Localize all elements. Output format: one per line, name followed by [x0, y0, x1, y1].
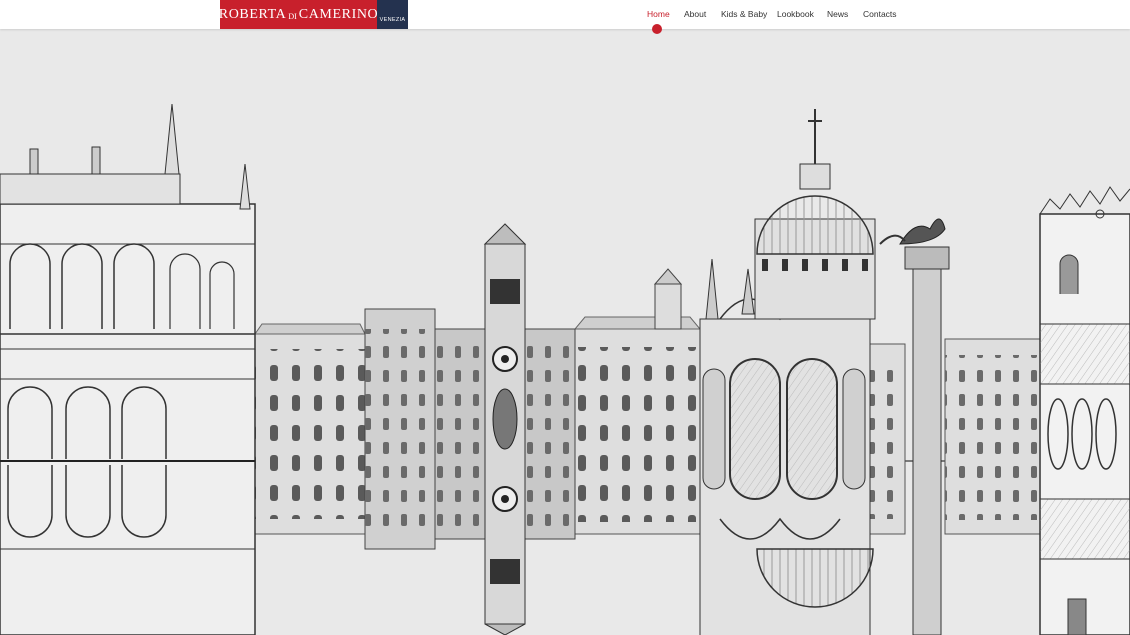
nav-item-contacts[interactable]: Contacts [863, 9, 897, 19]
brand-city: VENEZIA [379, 17, 406, 23]
brand-name-small: DI [288, 12, 297, 21]
brand-logo-wordmark: ROBERTA DI CAMERINO [218, 0, 379, 29]
nav-item-news[interactable]: News [827, 9, 848, 19]
brand-name-right: CAMERINO [298, 6, 379, 22]
site-header: ROBERTA DI CAMERINO VENEZIA Home About K… [0, 0, 1130, 29]
brand-name-left: ROBERTA [218, 6, 287, 22]
hero-illustration [0, 29, 1130, 635]
active-nav-indicator [652, 24, 662, 34]
venice-skyline-illustration [0, 29, 1130, 635]
nav-item-home[interactable]: Home [647, 9, 670, 19]
right-doge-palace [1039, 186, 1130, 635]
nav-item-lookbook[interactable]: Lookbook [777, 9, 814, 19]
nav-item-kids-baby[interactable]: Kids & Baby [721, 9, 767, 19]
brand-logo-city: VENEZIA [377, 0, 408, 29]
nav-item-about[interactable]: About [684, 9, 706, 19]
brand-logo[interactable]: ROBERTA DI CAMERINO VENEZIA [218, 0, 408, 29]
